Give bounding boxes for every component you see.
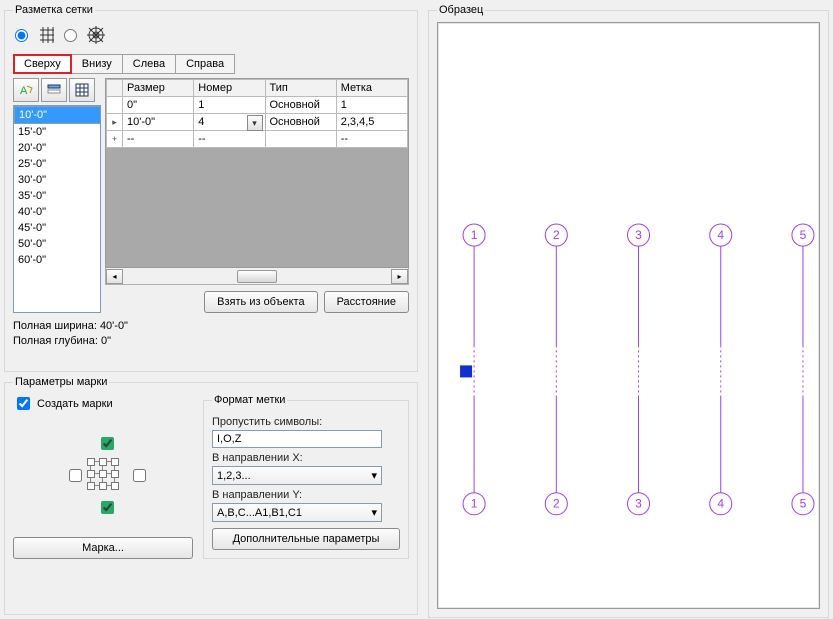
dir-x-select[interactable]: 1,2,3...▾ (212, 466, 382, 485)
tool-table-icon[interactable] (69, 78, 95, 102)
distance-button[interactable]: Расстояние (324, 291, 409, 313)
tool-icons-row: A (13, 78, 101, 102)
marks-cb-top[interactable] (101, 437, 114, 450)
tool-text-icon[interactable]: A (13, 78, 39, 102)
format-legend: Формат метки (212, 394, 287, 406)
grid-rect-icon (36, 24, 58, 46)
size-item[interactable]: 20'-0" (14, 140, 100, 156)
dir-x-label: В направлении X: (212, 452, 400, 464)
grid-type-radial-radio[interactable] (64, 29, 77, 42)
grid-radial-icon (85, 24, 107, 46)
format-group: Формат метки Пропустить символы: В напра… (203, 394, 409, 559)
table-row[interactable]: ▸ 10'-0" Основной 2,3,4,5 (107, 114, 408, 131)
table-row[interactable]: 0" 1 Основной 1 (107, 97, 408, 114)
size-item[interactable]: 30'-0" (14, 172, 100, 188)
info-text: Полная ширина: 40'-0" Полная глубина: 0" (13, 319, 409, 349)
tool-row-icon[interactable] (41, 78, 67, 102)
number-input[interactable] (198, 116, 244, 128)
svg-text:3: 3 (635, 497, 642, 511)
svg-text:5: 5 (800, 497, 807, 511)
col-type[interactable]: Тип (265, 80, 336, 97)
dir-y-label: В направлении Y: (212, 489, 400, 501)
size-item[interactable]: 15'-0" (14, 124, 100, 140)
chevron-down-icon: ▾ (371, 506, 377, 519)
scroll-right-icon[interactable]: ▸ (391, 269, 408, 284)
marks-diagram (13, 413, 193, 533)
marks-cb-right[interactable] (133, 469, 146, 482)
svg-text:3: 3 (635, 228, 642, 242)
size-item[interactable]: 35'-0" (14, 188, 100, 204)
svg-text:2: 2 (553, 497, 560, 511)
table-row[interactable]: + -- -- -- (107, 131, 408, 148)
size-item[interactable]: 45'-0" (14, 220, 100, 236)
size-item[interactable]: 25'-0" (14, 156, 100, 172)
grid-type-rect-radio[interactable] (15, 29, 28, 42)
full-depth-label: Полная глубина: 0" (13, 334, 409, 349)
marks-cb-bottom[interactable] (101, 501, 114, 514)
grid-table[interactable]: Размер Номер Тип Метка 0" 1 Основной 1 (105, 78, 409, 268)
skip-label: Пропустить символы: (212, 416, 400, 428)
preview-area: 1 1 2 2 3 (437, 22, 820, 609)
size-item[interactable]: 50'-0" (14, 236, 100, 252)
tab-bottom[interactable]: Внизу (71, 54, 123, 74)
create-marks-checkbox[interactable] (17, 397, 30, 410)
preview-group: Образец 1 1 2 (428, 4, 829, 618)
dir-y-select[interactable]: A,B,C...A1,B1,C1▾ (212, 503, 382, 522)
svg-text:5: 5 (800, 228, 807, 242)
tab-right[interactable]: Справа (175, 54, 235, 74)
svg-text:1: 1 (471, 497, 478, 511)
col-number[interactable]: Номер (194, 80, 265, 97)
marks-group: Параметры марки Создать марки (4, 376, 418, 615)
scroll-thumb[interactable] (237, 270, 277, 283)
size-item[interactable]: 40'-0" (14, 204, 100, 220)
from-object-button[interactable]: Взять из объекта (204, 291, 317, 313)
tab-left[interactable]: Слева (122, 54, 176, 74)
preview-svg: 1 1 2 2 3 (438, 23, 819, 608)
size-item[interactable]: 60'-0" (14, 252, 100, 268)
number-cell-editing[interactable] (194, 114, 265, 131)
col-label[interactable]: Метка (336, 80, 407, 97)
size-item[interactable]: 10'-0" (14, 106, 101, 124)
tab-top[interactable]: Сверху (13, 54, 72, 74)
svg-text:1: 1 (471, 228, 478, 242)
grid-markup-group: Разметка сетки Сверху Внизу Слева Справа (4, 4, 418, 372)
preview-legend: Образец (437, 4, 485, 16)
chevron-down-icon: ▾ (371, 469, 377, 482)
svg-text:A: A (20, 85, 28, 97)
table-hscroll[interactable]: ◂ ▸ (105, 268, 409, 285)
col-size[interactable]: Размер (123, 80, 194, 97)
extra-params-button[interactable]: Дополнительные параметры (212, 528, 400, 550)
create-marks-label: Создать марки (37, 398, 113, 410)
skip-input[interactable] (212, 430, 382, 448)
marks-legend: Параметры марки (13, 376, 109, 388)
grid-markup-legend: Разметка сетки (13, 4, 95, 16)
svg-text:4: 4 (717, 228, 724, 242)
svg-text:2: 2 (553, 228, 560, 242)
grid-type-radios (13, 22, 409, 48)
mark-button[interactable]: Марка... (13, 537, 193, 559)
marks-cb-left[interactable] (69, 469, 82, 482)
scroll-left-icon[interactable]: ◂ (106, 269, 123, 284)
size-list[interactable]: 10'-0" 15'-0" 20'-0" 25'-0" 30'-0" 35'-0… (13, 105, 101, 313)
full-width-label: Полная ширина: 40'-0" (13, 319, 409, 334)
svg-text:4: 4 (717, 497, 724, 511)
side-tabs: Сверху Внизу Слева Справа (13, 54, 409, 74)
